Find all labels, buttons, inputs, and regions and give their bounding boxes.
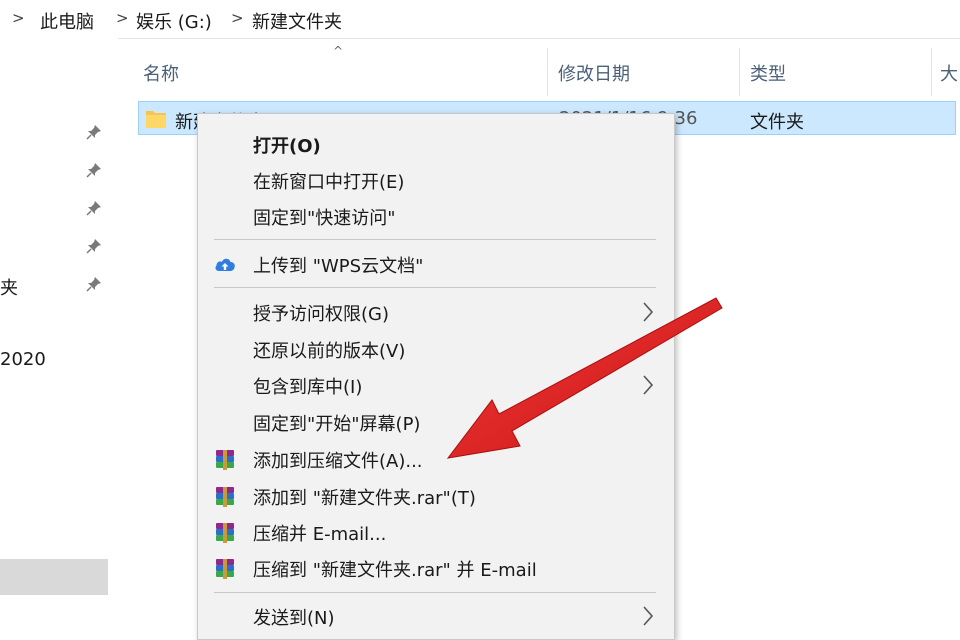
menu-item-open[interactable]: 打开(O): [198, 126, 674, 162]
pin-icon[interactable]: [86, 200, 102, 216]
menu-item-pin-start[interactable]: 固定到"开始"屏幕(P): [198, 404, 674, 440]
column-header-size[interactable]: 大: [940, 60, 958, 86]
menu-item-label: 添加到 "新建文件夹.rar"(T): [253, 488, 476, 509]
column-divider[interactable]: [931, 48, 932, 96]
winrar-icon: [216, 559, 234, 579]
menu-item-label: 压缩并 E-mail...: [253, 524, 387, 545]
winrar-icon: [216, 487, 234, 507]
navigation-pane: 夹 2020: [0, 38, 118, 640]
menu-item-label: 固定到"开始"屏幕(P): [253, 414, 421, 435]
menu-separator: [214, 239, 656, 240]
sort-ascending-icon: ^: [333, 44, 344, 58]
menu-item-add-to-archive[interactable]: 添加到压缩文件(A)...: [198, 441, 674, 477]
address-bar[interactable]: > 此电脑 > 娱乐 (G:) > 新建文件夹: [0, 0, 960, 39]
menu-item-label: 包含到库中(I): [253, 377, 363, 398]
menu-item-compress-email[interactable]: 压缩并 E-mail...: [198, 514, 674, 550]
column-header-type[interactable]: 类型: [750, 60, 786, 86]
column-header-name[interactable]: 名称: [143, 60, 179, 86]
winrar-icon: [216, 523, 234, 543]
menu-separator: [214, 592, 656, 593]
menu-item-pin-quick-access[interactable]: 固定到"快速访问": [198, 198, 674, 234]
breadcrumb-new-folder[interactable]: 新建文件夹: [252, 8, 342, 34]
menu-item-send-to[interactable]: 发送到(N): [198, 598, 674, 634]
pin-icon[interactable]: [86, 162, 102, 178]
pin-icon[interactable]: [86, 276, 102, 292]
menu-item-label: 固定到"快速访问": [253, 208, 396, 229]
cloud-upload-icon: [215, 258, 235, 271]
context-menu: 打开(O) 在新窗口中打开(E) 固定到"快速访问" 上传到 "WPS云文档" …: [197, 113, 675, 640]
menu-separator: [214, 287, 656, 288]
menu-item-restore-versions[interactable]: 还原以前的版本(V): [198, 331, 674, 367]
chevron-right-icon[interactable]: >: [231, 9, 244, 27]
pin-icon[interactable]: [86, 124, 102, 140]
column-header-date[interactable]: 修改日期: [558, 60, 630, 86]
menu-item-label: 打开(O): [253, 136, 321, 157]
menu-item-label: 授予访问权限(G): [253, 304, 389, 325]
nav-item-label[interactable]: 夹: [0, 274, 18, 300]
chevron-right-icon: [643, 606, 654, 626]
nav-item-label[interactable]: 2020: [0, 349, 46, 370]
winrar-icon: [216, 450, 234, 470]
menu-item-grant-access[interactable]: 授予访问权限(G): [198, 294, 674, 330]
menu-item-label: 压缩到 "新建文件夹.rar" 并 E-mail: [253, 560, 537, 581]
menu-item-label: 还原以前的版本(V): [253, 341, 406, 362]
breadcrumb-this-pc[interactable]: 此电脑: [40, 8, 94, 34]
menu-item-include-library[interactable]: 包含到库中(I): [198, 367, 674, 403]
menu-item-open-new-window[interactable]: 在新窗口中打开(E): [198, 162, 674, 198]
menu-item-upload-wps[interactable]: 上传到 "WPS云文档": [198, 246, 674, 282]
column-divider[interactable]: [739, 48, 740, 96]
menu-item-label: 发送到(N): [253, 608, 335, 629]
breadcrumb-drive-g[interactable]: 娱乐 (G:): [136, 8, 212, 34]
chevron-right-icon[interactable]: >: [12, 9, 25, 27]
file-type: 文件夹: [750, 112, 804, 133]
column-divider[interactable]: [547, 48, 548, 96]
nav-item-selected[interactable]: [0, 559, 108, 595]
chevron-right-icon: [643, 375, 654, 395]
chevron-right-icon[interactable]: >: [116, 9, 129, 27]
menu-item-add-to-rar[interactable]: 添加到 "新建文件夹.rar"(T): [198, 478, 674, 514]
menu-item-label: 添加到压缩文件(A)...: [253, 451, 423, 472]
chevron-right-icon: [643, 302, 654, 322]
menu-item-label: 在新窗口中打开(E): [253, 172, 405, 193]
pin-icon[interactable]: [86, 238, 102, 254]
menu-item-label: 上传到 "WPS云文档": [253, 256, 424, 277]
folder-icon: [146, 111, 166, 128]
menu-item-compress-rar-email[interactable]: 压缩到 "新建文件夹.rar" 并 E-mail: [198, 550, 674, 586]
